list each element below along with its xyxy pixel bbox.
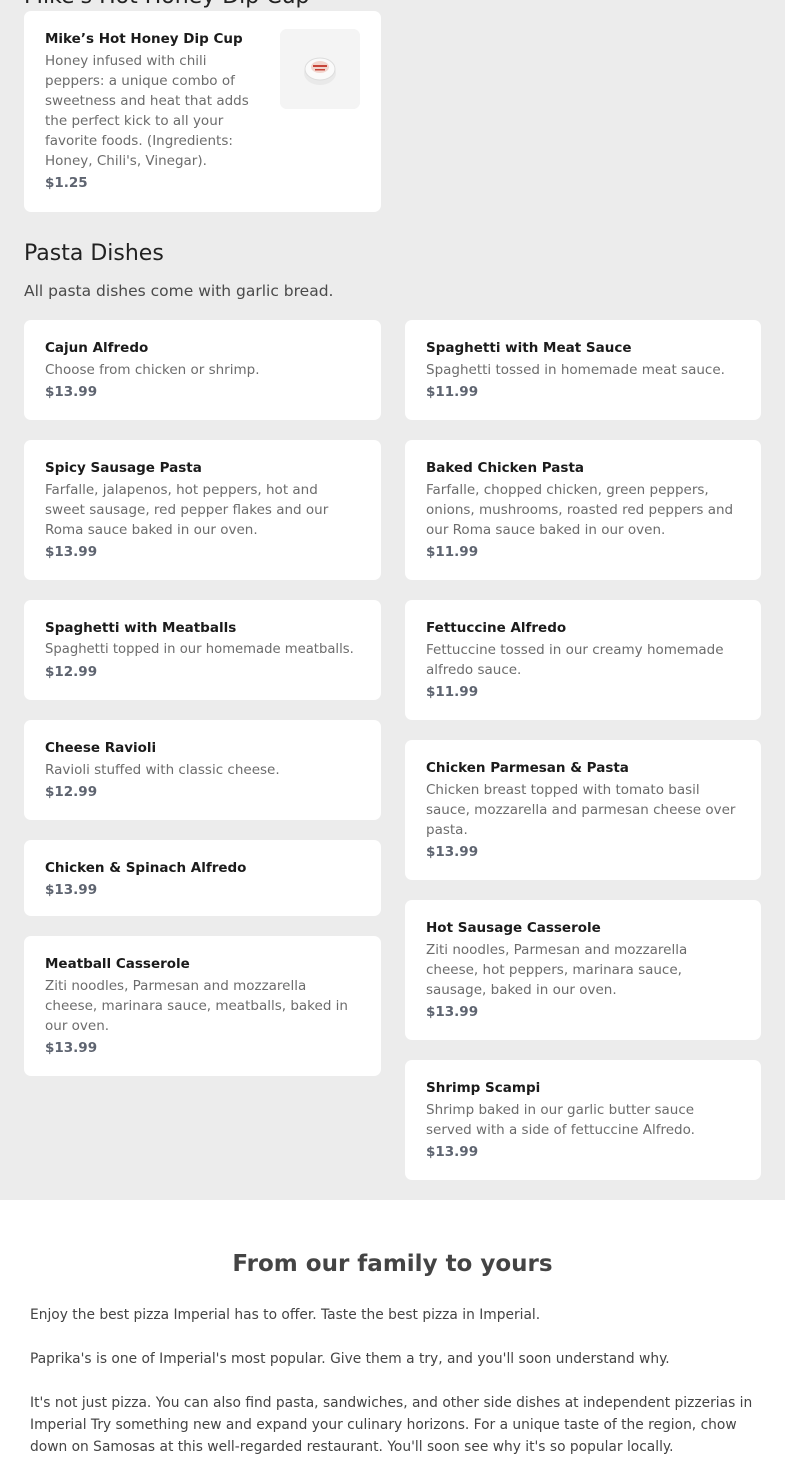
menu-item-description: Choose from chicken or shrimp. <box>45 362 260 378</box>
menu-item-card[interactable]: Fettuccine Alfredo Fettuccine tossed in … <box>405 600 761 720</box>
menu-item-description: Fettuccine tossed in our creamy homemade… <box>426 642 724 678</box>
menu-item-name: Cheese Ravioli <box>45 740 157 756</box>
menu-item-price: $11.99 <box>426 684 479 700</box>
about-title: From our family to yours <box>232 1251 553 1277</box>
menu-item-card[interactable]: Chicken Parmesan & Pasta Chicken breast … <box>405 740 761 880</box>
menu-item-price: $13.99 <box>45 882 98 898</box>
menu-item-card[interactable]: Shrimp Scampi Shrimp baked in our garlic… <box>405 1060 761 1180</box>
menu-item-description: Honey infused with chili peppers: a uniq… <box>45 53 249 169</box>
menu-item-name: Meatball Casserole <box>45 956 190 972</box>
menu-item-card[interactable]: Cajun Alfredo Choose from chicken or shr… <box>24 320 381 420</box>
menu-item-price: $11.99 <box>426 544 479 560</box>
section-heading-cut: Mike's Hot Honey Dip Cup <box>24 0 309 8</box>
about-paragraph: Enjoy the best pizza Imperial has to off… <box>30 1307 541 1323</box>
menu-item-price: $13.99 <box>426 844 479 860</box>
menu-item-card[interactable]: Hot Sausage Casserole Ziti noodles, Parm… <box>405 900 761 1040</box>
menu-item-card[interactable]: Spaghetti with Meatballs Spaghetti toppe… <box>24 600 381 700</box>
about-section: From our family to yours Enjoy the best … <box>0 1200 785 1459</box>
menu-item-name: Spaghetti with Meat Sauce <box>426 340 632 356</box>
menu-item-description: Chicken breast topped with tomato basil … <box>426 782 736 838</box>
menu-item-price: $13.99 <box>426 1144 479 1160</box>
menu-item-price: $13.99 <box>45 384 98 400</box>
menu-item-name: Spaghetti with Meatballs <box>45 620 237 636</box>
menu-item-card[interactable]: Spicy Sausage Pasta Farfalle, jalapenos,… <box>24 440 381 580</box>
menu-item-card[interactable]: Baked Chicken Pasta Farfalle, chopped ch… <box>405 440 761 580</box>
menu-item-card[interactable]: Spaghetti with Meat Sauce Spaghetti toss… <box>405 320 761 420</box>
menu-item-price: $11.99 <box>426 384 479 400</box>
menu-item-card[interactable]: Meatball Casserole Ziti noodles, Parmesa… <box>24 936 381 1076</box>
menu-item-price: $12.99 <box>45 784 98 800</box>
menu-item-name: Spicy Sausage Pasta <box>45 460 202 476</box>
about-paragraph: Paprika's is one of Imperial's most popu… <box>30 1351 670 1367</box>
menu-item-price: $13.99 <box>45 1040 98 1056</box>
menu-item-price: $1.25 <box>45 175 88 191</box>
menu-item-name: Hot Sausage Casserole <box>426 920 601 936</box>
menu-item-description: Ziti noodles, Parmesan and mozzarella ch… <box>45 978 348 1034</box>
menu-item-price: $13.99 <box>426 1004 479 1020</box>
menu-item-card[interactable]: Chicken & Spinach Alfredo $13.99 <box>24 840 381 916</box>
menu-item-description: Ravioli stuffed with classic cheese. <box>45 762 280 778</box>
menu-item-description: Spaghetti topped in our homemade meatbal… <box>45 642 354 657</box>
menu-item-name: Chicken Parmesan & Pasta <box>426 760 629 776</box>
menu-item-description: Spaghetti tossed in homemade meat sauce. <box>426 362 725 378</box>
menu-item-description: Shrimp baked in our garlic butter sauce … <box>426 1102 695 1138</box>
section-title: Pasta Dishes <box>24 241 164 266</box>
dip-cup-image <box>280 29 360 109</box>
menu-item-name: Baked Chicken Pasta <box>426 460 585 476</box>
menu-item-name: Cajun Alfredo <box>45 340 149 356</box>
menu-item-card[interactable]: Cheese Ravioli Ravioli stuffed with clas… <box>24 720 381 820</box>
about-paragraph: It's not just pizza. You can also find p… <box>30 1395 753 1455</box>
menu-item-description: Ziti noodles, Parmesan and mozzarella ch… <box>426 942 688 998</box>
menu-area: Mike's Hot Honey Dip Cup Mike’s Hot Hone… <box>0 0 785 1200</box>
menu-item-card[interactable]: Mike’s Hot Honey Dip Cup Honey infused w… <box>24 11 381 212</box>
menu-item-description: Farfalle, chopped chicken, green peppers… <box>426 482 734 538</box>
menu-item-name: Fettuccine Alfredo <box>426 620 567 636</box>
menu-item-price: $13.99 <box>45 544 98 560</box>
menu-item-name: Chicken & Spinach Alfredo <box>45 860 247 876</box>
menu-item-name: Shrimp Scampi <box>426 1080 541 1096</box>
menu-item-price: $12.99 <box>45 664 98 680</box>
menu-item-description: Farfalle, jalapenos, hot peppers, hot an… <box>45 482 329 538</box>
section-subtitle: All pasta dishes come with garlic bread. <box>24 282 334 300</box>
menu-item-name: Mike’s Hot Honey Dip Cup <box>45 31 243 47</box>
